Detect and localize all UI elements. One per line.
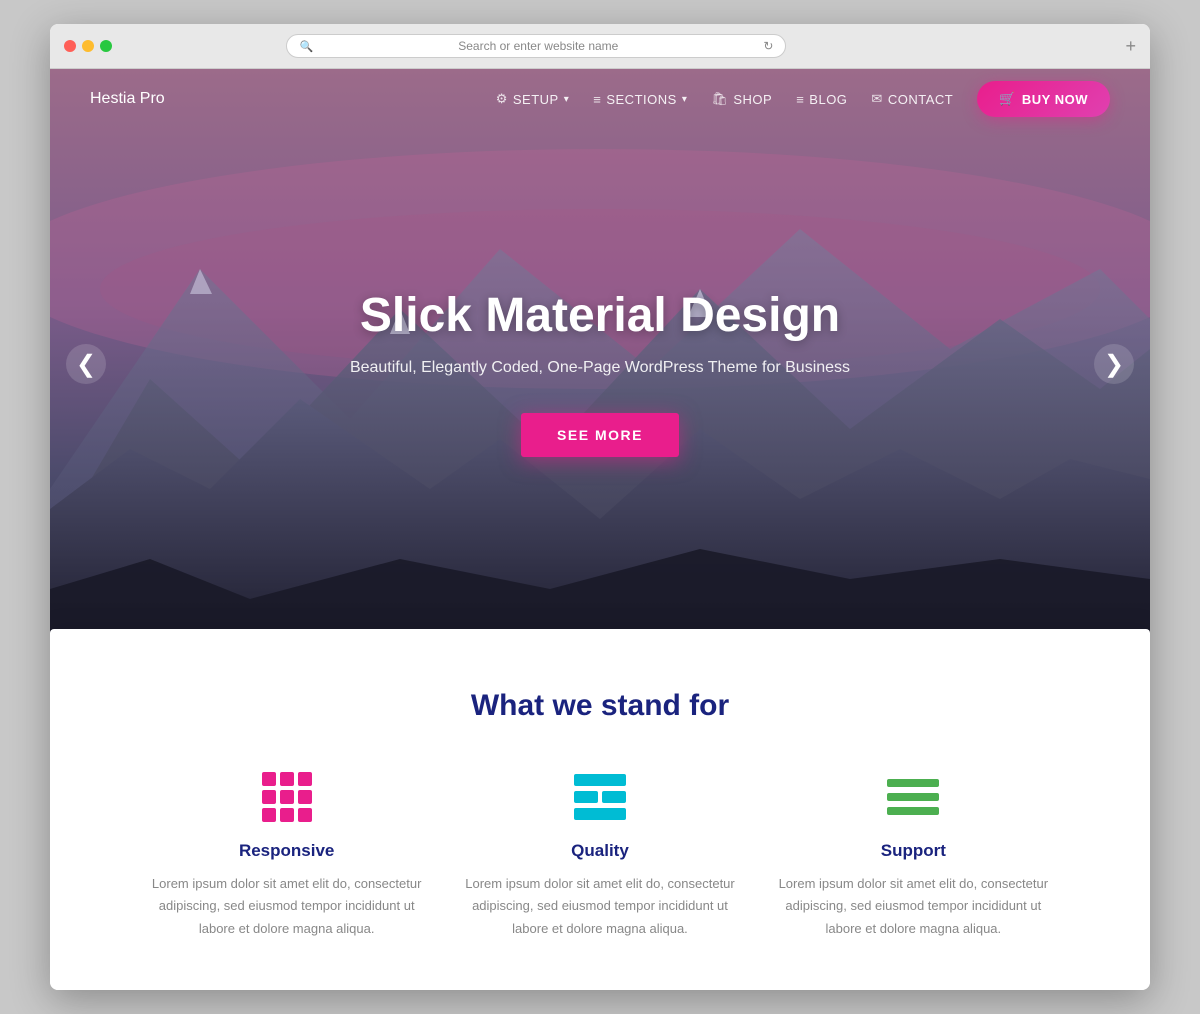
features-grid: Responsive Lorem ipsum dolor sit amet el… xyxy=(150,773,1050,939)
see-more-button[interactable]: SEE MORE xyxy=(521,413,679,457)
list-bar-bottom xyxy=(574,808,626,820)
line-bar-2 xyxy=(887,793,939,801)
nav-link-setup[interactable]: ⚙ SETUP ▾ xyxy=(496,91,570,107)
support-icon-container xyxy=(881,773,945,821)
line-bar-1 xyxy=(887,779,939,787)
grid-dot xyxy=(262,808,276,822)
list-bar-row xyxy=(574,791,626,803)
hero-next-arrow[interactable]: ❯ xyxy=(1094,344,1134,384)
nav-link-blog[interactable]: ≡ BLOG xyxy=(796,92,847,107)
hero-prev-arrow[interactable]: ❮ xyxy=(66,344,106,384)
browser-window: 🔍 Search or enter website name ↻ + xyxy=(50,24,1150,989)
feature-name-support: Support xyxy=(777,841,1050,861)
hero-section: Hestia Pro ⚙ SETUP ▾ ≡ SECTIONS ▾ xyxy=(50,69,1150,659)
nav-link-contact[interactable]: ✉ CONTACT xyxy=(871,91,953,107)
feature-responsive: Responsive Lorem ipsum dolor sit amet el… xyxy=(150,773,423,939)
minimize-button[interactable] xyxy=(82,40,94,52)
grid-dot xyxy=(298,808,312,822)
list-bar-half-right xyxy=(602,791,626,803)
chevron-down-icon-2: ▾ xyxy=(682,94,688,105)
feature-desc-support: Lorem ipsum dolor sit amet elit do, cons… xyxy=(777,873,1050,939)
grid-dot xyxy=(298,772,312,786)
browser-chrome: 🔍 Search or enter website name ↻ + xyxy=(50,24,1150,69)
maximize-button[interactable] xyxy=(100,40,112,52)
grid-dot xyxy=(262,772,276,786)
address-text: Search or enter website name xyxy=(319,39,757,53)
chevron-left-icon: ❮ xyxy=(76,350,96,379)
shop-icon: 🛍 xyxy=(711,91,728,107)
grid-dot xyxy=(280,808,294,822)
quality-icon-container xyxy=(568,773,632,821)
refresh-icon[interactable]: ↻ xyxy=(763,39,773,53)
features-section: What we stand for xyxy=(50,629,1150,989)
features-title: What we stand for xyxy=(90,689,1110,723)
navbar: Hestia Pro ⚙ SETUP ▾ ≡ SECTIONS ▾ xyxy=(50,69,1150,129)
feature-quality: Quality Lorem ipsum dolor sit amet elit … xyxy=(463,773,736,939)
cart-icon: 🛒 xyxy=(999,91,1016,107)
close-button[interactable] xyxy=(64,40,76,52)
nav-item-blog[interactable]: ≡ BLOG xyxy=(796,92,847,107)
hero-content: Slick Material Design Beautiful, Elegant… xyxy=(50,288,1150,457)
contact-icon: ✉ xyxy=(871,91,882,107)
line-bar-3 xyxy=(887,807,939,815)
grid-dot xyxy=(298,790,312,804)
feature-desc-quality: Lorem ipsum dolor sit amet elit do, cons… xyxy=(463,873,736,939)
sections-icon: ≡ xyxy=(593,92,601,107)
address-bar[interactable]: 🔍 Search or enter website name ↻ xyxy=(286,34,786,58)
grid-dot xyxy=(262,790,276,804)
responsive-icon-container xyxy=(255,773,319,821)
nav-item-contact[interactable]: ✉ CONTACT xyxy=(871,91,953,107)
nav-item-setup[interactable]: ⚙ SETUP ▾ xyxy=(496,91,570,107)
list-icon xyxy=(574,774,626,820)
feature-name-responsive: Responsive xyxy=(150,841,423,861)
grid-dot xyxy=(280,772,294,786)
list-bar-top xyxy=(574,774,626,786)
nav-item-buy[interactable]: 🛒 BUY NOW xyxy=(977,81,1110,117)
hero-title: Slick Material Design xyxy=(70,288,1130,343)
buy-now-button[interactable]: 🛒 BUY NOW xyxy=(977,81,1110,117)
hero-subtitle: Beautiful, Elegantly Coded, One-Page Wor… xyxy=(70,359,1130,377)
nav-link-shop[interactable]: 🛍 SHOP xyxy=(711,91,772,107)
feature-name-quality: Quality xyxy=(463,841,736,861)
nav-item-shop[interactable]: 🛍 SHOP xyxy=(711,91,772,107)
nav-link-sections[interactable]: ≡ SECTIONS ▾ xyxy=(593,92,687,107)
lines-icon xyxy=(887,779,939,815)
chevron-down-icon: ▾ xyxy=(564,94,570,105)
list-bar-half-left xyxy=(574,791,598,803)
grid-icon xyxy=(262,772,312,822)
new-tab-button[interactable]: + xyxy=(1125,36,1136,57)
nav-item-sections[interactable]: ≡ SECTIONS ▾ xyxy=(593,92,687,107)
feature-desc-responsive: Lorem ipsum dolor sit amet elit do, cons… xyxy=(150,873,423,939)
feature-support: Support Lorem ipsum dolor sit amet elit … xyxy=(777,773,1050,939)
traffic-lights xyxy=(64,40,112,52)
setup-icon: ⚙ xyxy=(496,91,508,107)
grid-dot xyxy=(280,790,294,804)
search-icon: 🔍 xyxy=(299,40,313,53)
chevron-right-icon: ❯ xyxy=(1104,350,1124,379)
brand-logo[interactable]: Hestia Pro xyxy=(90,90,165,108)
blog-icon: ≡ xyxy=(796,92,804,107)
nav-links: ⚙ SETUP ▾ ≡ SECTIONS ▾ xyxy=(496,81,1110,117)
